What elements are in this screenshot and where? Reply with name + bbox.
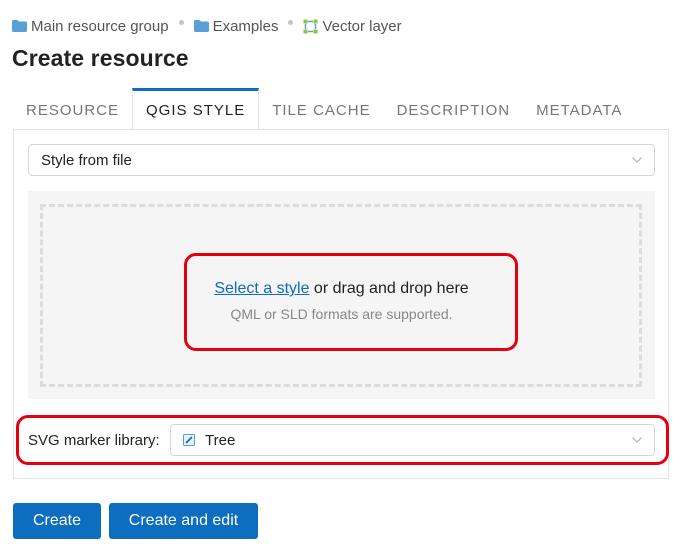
tab-bar: RESOURCE QGIS STYLE TILE CACHE DESCRIPTI…	[13, 88, 669, 130]
chevron-down-icon	[632, 157, 642, 163]
highlight-box-marker-library	[16, 415, 669, 465]
breadcrumb-separator	[178, 19, 184, 25]
create-button[interactable]: Create	[13, 503, 101, 539]
breadcrumb-item-vector-layer[interactable]: Vector layer	[303, 17, 402, 35]
folder-icon	[12, 20, 27, 32]
create-and-edit-button[interactable]: Create and edit	[109, 503, 258, 539]
breadcrumb-label: Examples	[212, 17, 279, 35]
folder-icon	[193, 20, 209, 32]
tab-description[interactable]: DESCRIPTION	[384, 88, 524, 130]
vector-layer-icon	[303, 19, 318, 33]
tab-metadata[interactable]: METADATA	[523, 88, 635, 130]
tab-panel-qgis-style: Style from file Select a style or drag a…	[13, 129, 669, 479]
breadcrumb-label: Vector layer	[322, 17, 402, 35]
breadcrumb-item-examples[interactable]: Examples	[193, 17, 279, 35]
page-title: Create resource	[12, 45, 189, 71]
tab-tile-cache[interactable]: TILE CACHE	[259, 88, 383, 130]
highlight-box-drop-message	[184, 253, 518, 351]
breadcrumb-separator	[288, 19, 294, 25]
tab-resource[interactable]: RESOURCE	[13, 88, 132, 130]
breadcrumb-label: Main resource group	[31, 17, 169, 35]
tab-qgis-style[interactable]: QGIS STYLE	[132, 88, 260, 130]
style-source-select[interactable]: Style from file	[28, 144, 655, 176]
breadcrumb-item-main-resource-group[interactable]: Main resource group	[12, 18, 169, 35]
style-source-value: Style from file	[41, 151, 132, 169]
breadcrumb: Main resource group Examples Vector laye…	[12, 16, 402, 36]
